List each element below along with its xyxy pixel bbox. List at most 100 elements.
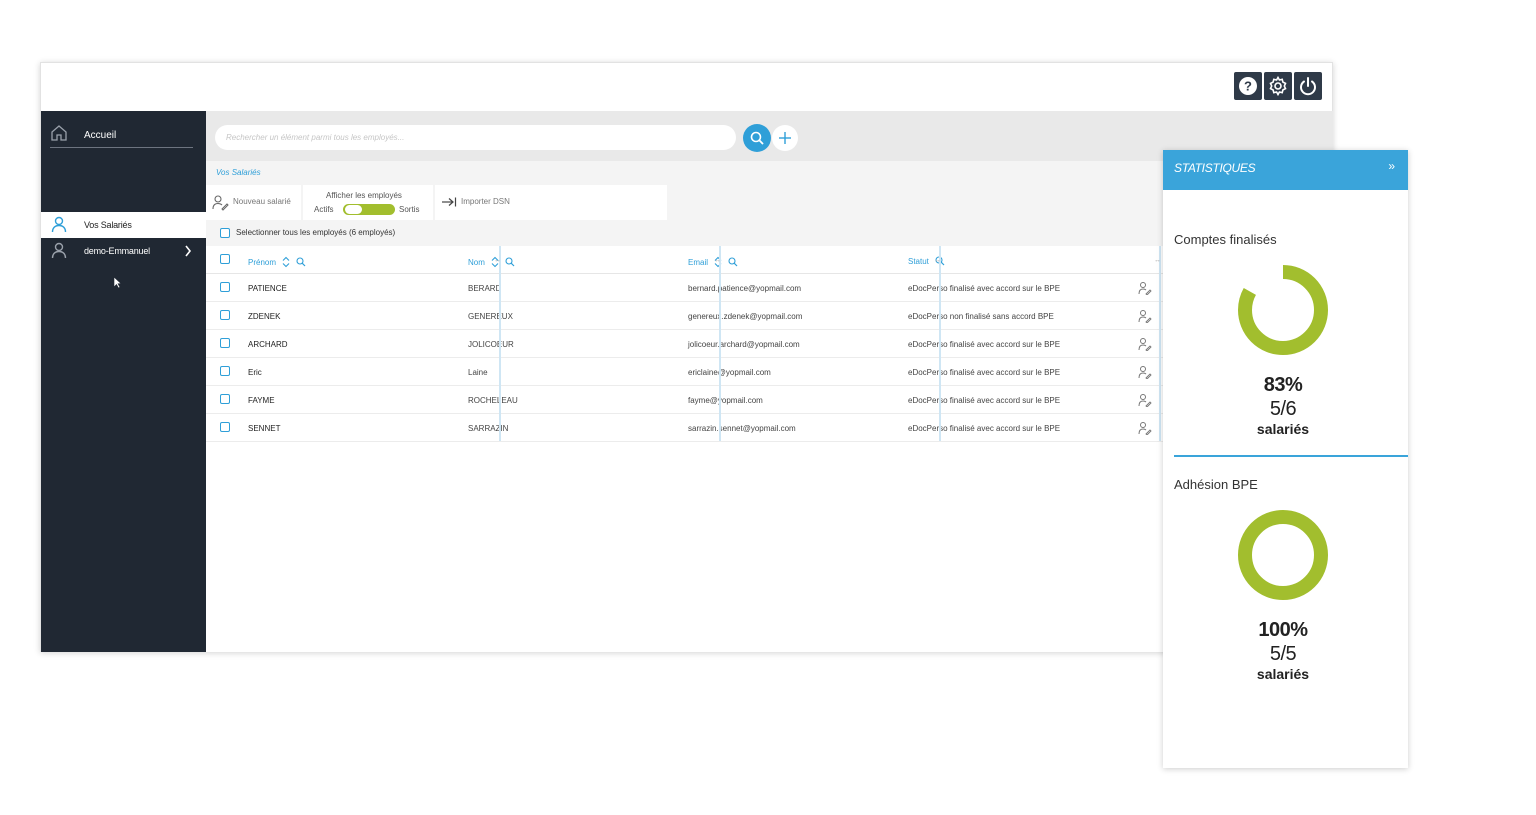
select-all-label: Selectionner tous les employés (6 employ… — [236, 228, 396, 237]
edit-user-icon[interactable] — [1138, 337, 1152, 351]
app-window: ? Accueil Vos Salariés demo-Emmanuel Rec… — [40, 62, 1333, 652]
stat-value-adhesion: 100% 5/5 salariés — [1163, 618, 1403, 683]
settings-button[interactable] — [1264, 72, 1292, 100]
table-header: Prénom Nom Email Statut — [206, 246, 1164, 274]
cell-statut: eDocPerso finalisé avec accord sur le BP… — [908, 340, 1061, 349]
import-dsn-button[interactable]: Importer DSN — [435, 185, 667, 220]
column-label: Prénom — [248, 257, 277, 267]
new-employee-button[interactable]: Nouveau salarié — [206, 185, 301, 220]
cell-email: fayme@yopmail.com — [688, 396, 763, 405]
column-resize-handle[interactable]: ↔ — [1154, 246, 1161, 441]
cell-prenom: ZDENEK — [248, 312, 281, 321]
cell-nom: Laine — [468, 368, 488, 377]
edit-user-icon[interactable] — [1138, 281, 1152, 295]
plus-icon — [779, 132, 791, 144]
stat-unit: salariés — [1256, 666, 1310, 682]
cell-nom: BERARD — [468, 284, 502, 293]
table-row[interactable]: ARCHARD JOLICOEUR jolicoeur.archard@yopmai… — [206, 330, 1164, 358]
row-checkbox[interactable] — [220, 422, 230, 432]
sort-icon[interactable] — [282, 256, 290, 268]
column-resize-handle[interactable]: ↔ — [934, 246, 941, 441]
cell-nom: GENEREUX — [468, 312, 513, 321]
cell-statut: eDocPerso finalisé avec accord sur le BP… — [908, 368, 1061, 377]
donut-arc — [1238, 510, 1328, 600]
toggle-knob[interactable] — [344, 204, 363, 215]
column-label: Email — [688, 257, 709, 267]
table-row[interactable]: FAYME ROCHELEAU fayme@yopmail.com eDocPerso… — [206, 386, 1164, 414]
search-icon[interactable] — [728, 257, 738, 267]
cell-email: bernard.patience@yopmail.com — [688, 284, 802, 293]
svg-text:?: ? — [1244, 79, 1252, 94]
search-button[interactable] — [743, 124, 771, 152]
search-icon — [750, 131, 764, 145]
edit-user-icon[interactable] — [1138, 365, 1152, 379]
search-input[interactable] — [215, 125, 736, 150]
resize-grip-icon: ↔ — [494, 257, 501, 264]
column-header-email[interactable]: Email — [688, 256, 738, 268]
cell-nom: SARRAZIN — [468, 424, 509, 433]
sidebar-item-accueil[interactable]: Accueil — [50, 121, 193, 148]
edit-user-icon[interactable] — [1138, 421, 1152, 435]
cell-statut: eDocPerso finalisé avec accord sur le BP… — [908, 396, 1061, 405]
edit-user-icon[interactable] — [1138, 309, 1152, 323]
chevron-right-icon — [185, 245, 192, 257]
cell-email: ericlaine@yopmail.com — [688, 368, 771, 377]
cell-email: genereux.zdenek@yopmail.com — [688, 312, 803, 321]
mouse-cursor-icon — [113, 276, 122, 289]
logout-button[interactable] — [1294, 72, 1322, 100]
help-button[interactable]: ? — [1234, 72, 1262, 100]
row-checkbox[interactable] — [220, 338, 230, 348]
row-checkbox[interactable] — [220, 394, 230, 404]
statistics-panel: STATISTIQUES » Comptes finalisés 83% 5/6… — [1163, 150, 1408, 768]
stat-value-comptes: 83% 5/6 salariés — [1163, 373, 1403, 438]
sidebar-item-demo-emmanuel[interactable]: demo-Emmanuel — [41, 238, 206, 264]
column-resize-handle[interactable]: ↔ — [494, 246, 501, 441]
column-label: Nom — [468, 257, 485, 267]
cell-statut: eDocPerso finalisé avec accord sur le BP… — [908, 424, 1061, 433]
cell-prenom: Eric — [248, 368, 262, 377]
filter-active-label: Actifs — [314, 205, 334, 214]
stat-title-comptes: Comptes finalisés — [1174, 232, 1277, 247]
table-row[interactable]: Eric Laine ericlaine@yopmail.com eDocPerso … — [206, 358, 1164, 386]
cell-prenom: PATIENCE — [248, 284, 287, 293]
home-icon — [51, 125, 67, 141]
stat-title-adhesion: Adhésion BPE — [1174, 477, 1258, 492]
column-header-nom[interactable]: Nom — [468, 256, 515, 268]
sidebar-item-vos-salaries[interactable]: Vos Salariés — [41, 212, 206, 238]
row-checkbox[interactable] — [220, 310, 230, 320]
cell-nom: ROCHELEAU — [468, 396, 518, 405]
cell-statut: eDocPerso non finalisé sans accord BPE — [908, 312, 1054, 321]
statistics-title: STATISTIQUES — [1174, 161, 1256, 175]
row-checkbox[interactable] — [220, 282, 230, 292]
table-row[interactable]: SENNET SARRAZIN sarrazin.sennet@yopmail.co… — [206, 414, 1164, 442]
top-bar: ? — [41, 63, 1332, 111]
cell-prenom: ARCHARD — [248, 340, 288, 349]
table-row[interactable]: ZDENEK GENEREUX genereux.zdenek@yopmail.co… — [206, 302, 1164, 330]
row-checkbox[interactable] — [220, 366, 230, 376]
table-row[interactable]: PATIENCE BERARD bernard.patience@yopmail.c… — [206, 274, 1164, 302]
select-all-checkbox[interactable] — [220, 228, 230, 238]
search-icon[interactable] — [296, 257, 306, 267]
cell-statut: eDocPerso finalisé avec accord sur le BP… — [908, 284, 1061, 293]
employee-filter: Afficher les employés Actifs Sortis — [303, 185, 433, 220]
filter-exited-label: Sortis — [399, 205, 420, 214]
donut-chart-comptes — [1238, 265, 1328, 355]
edit-user-icon[interactable] — [1138, 393, 1152, 407]
stat-fraction: 5/5 — [1269, 643, 1297, 665]
settings-gear-icon — [1269, 75, 1287, 97]
stat-percent: 83% — [1263, 374, 1303, 396]
header-checkbox[interactable] — [220, 254, 230, 264]
search-icon[interactable] — [505, 257, 515, 267]
donut-arc — [1238, 265, 1328, 355]
column-resize-handle[interactable]: ↔ — [714, 246, 721, 441]
column-header-prenom[interactable]: Prénom — [248, 256, 306, 268]
add-button[interactable] — [772, 125, 798, 151]
sidebar-home-label: Accueil — [84, 130, 117, 141]
collapse-icon[interactable]: » — [1388, 159, 1395, 173]
sidebar-item-label: demo-Emmanuel — [84, 246, 150, 256]
breadcrumb-current[interactable]: Vos Salariés — [216, 168, 261, 177]
active-exited-toggle[interactable] — [343, 204, 395, 215]
cell-prenom: FAYME — [248, 396, 275, 405]
cell-email: sarrazin.sennet@yopmail.com — [688, 424, 796, 433]
power-icon — [1300, 77, 1316, 96]
